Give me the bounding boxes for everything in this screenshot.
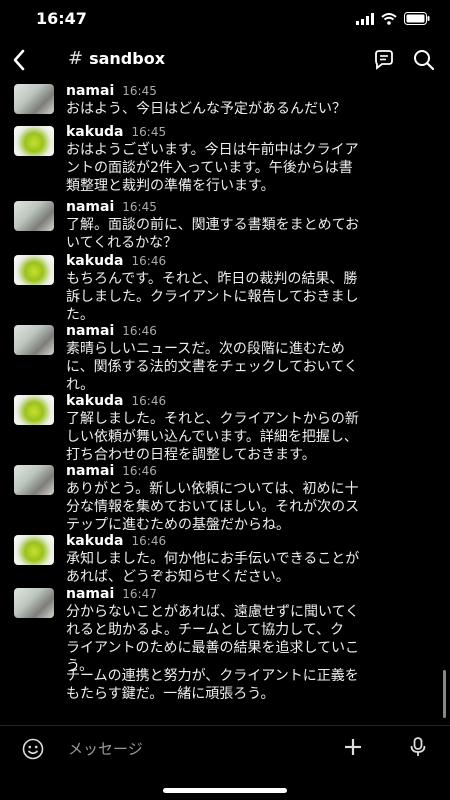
avatar[interactable] [14,535,54,565]
message-username[interactable]: namai [66,198,114,216]
emoji-icon[interactable] [22,738,44,760]
message-list[interactable]: namai 16:45 おはよう、今日はどんな予定があるんだい？ kakuda 16… [0,80,450,725]
back-button[interactable] [6,46,34,74]
message-username[interactable]: kakuda [66,123,124,141]
avatar[interactable] [14,126,54,156]
battery-icon [404,12,430,25]
message-time: 16:45 [131,125,167,139]
avatar[interactable] [14,395,54,425]
message-username[interactable]: namai [66,462,114,480]
message-username[interactable]: kakuda [66,392,124,410]
message-text: 承知しました。何か他にお手伝いできることが あれば、どうぞお知らせください。 [66,551,360,585]
message-time: 16:46 [131,394,167,408]
message-username[interactable]: kakuda [66,532,124,550]
message-text: もちろんです。それと、昨日の裁判の結果、勝 訴しました。クライアントに報告してお… [66,271,359,323]
threads-icon[interactable] [372,48,396,72]
home-indicator [163,788,287,793]
channel-name: sandbox [89,49,166,68]
message-composer [0,725,450,771]
message-time: 16:46 [131,254,167,268]
message-time: 16:47 [122,587,157,601]
message-time: 16:45 [122,84,157,98]
plus-icon[interactable] [342,736,364,758]
message-text: おはようございます。今日は午前中はクライア ントの面談が2件入っています。午後か… [66,142,359,194]
avatar[interactable] [14,84,54,114]
search-icon[interactable] [412,48,436,72]
status-time: 16:47 [36,9,87,28]
avatar[interactable] [14,465,54,495]
message-text: 素晴らしいニュースだ。次の段階に進むため に、関係する法的文書をチェックしておい… [66,341,358,393]
status-bar: 16:47 [0,0,450,40]
message-text: 分からないことがあれば、遠慮せずに聞いてく れると助かるよ。チームとして協力して… [66,604,360,674]
message-continuation-text: チームの連携と努力が、クライアントに正義を もたらす鍵だ。一緒に頑張ろう。 [66,668,359,702]
avatar[interactable] [14,255,54,285]
message-text: 了解しました。それと、クライアントからの新 しい依頼が舞い込んでいます。詳細を把… [66,411,359,463]
message-time: 16:45 [122,200,157,214]
message-username[interactable]: kakuda [66,252,124,270]
hash-icon: # [68,48,84,69]
message-username[interactable]: namai [66,322,114,340]
message-username[interactable]: namai [66,82,114,100]
message-time: 16:46 [131,534,167,548]
message-text: 了解。面談の前に、関連する書類をまとめてお いてくれるかな？ [66,217,360,251]
message-input[interactable] [66,736,330,762]
wifi-icon [381,12,397,25]
microphone-icon[interactable] [408,736,428,758]
message-time: 16:46 [122,464,157,478]
scrollbar-thumb[interactable] [443,670,446,718]
message-text: ありがとう。新しい依頼については、初めに十 分な情報を集めておいてほしい。それが… [66,481,360,533]
message-time: 16:46 [122,324,157,338]
channel-header: # sandbox [0,40,450,80]
chevron-left-icon [13,49,25,71]
channel-title[interactable]: # sandbox [68,48,165,69]
message-username[interactable]: namai [66,585,114,603]
avatar[interactable] [14,325,54,355]
signal-icon [356,12,374,25]
avatar[interactable] [14,201,54,231]
status-icons [356,12,430,25]
message-text: おはよう、今日はどんな予定があるんだい？ [66,101,346,117]
avatar[interactable] [14,588,54,618]
